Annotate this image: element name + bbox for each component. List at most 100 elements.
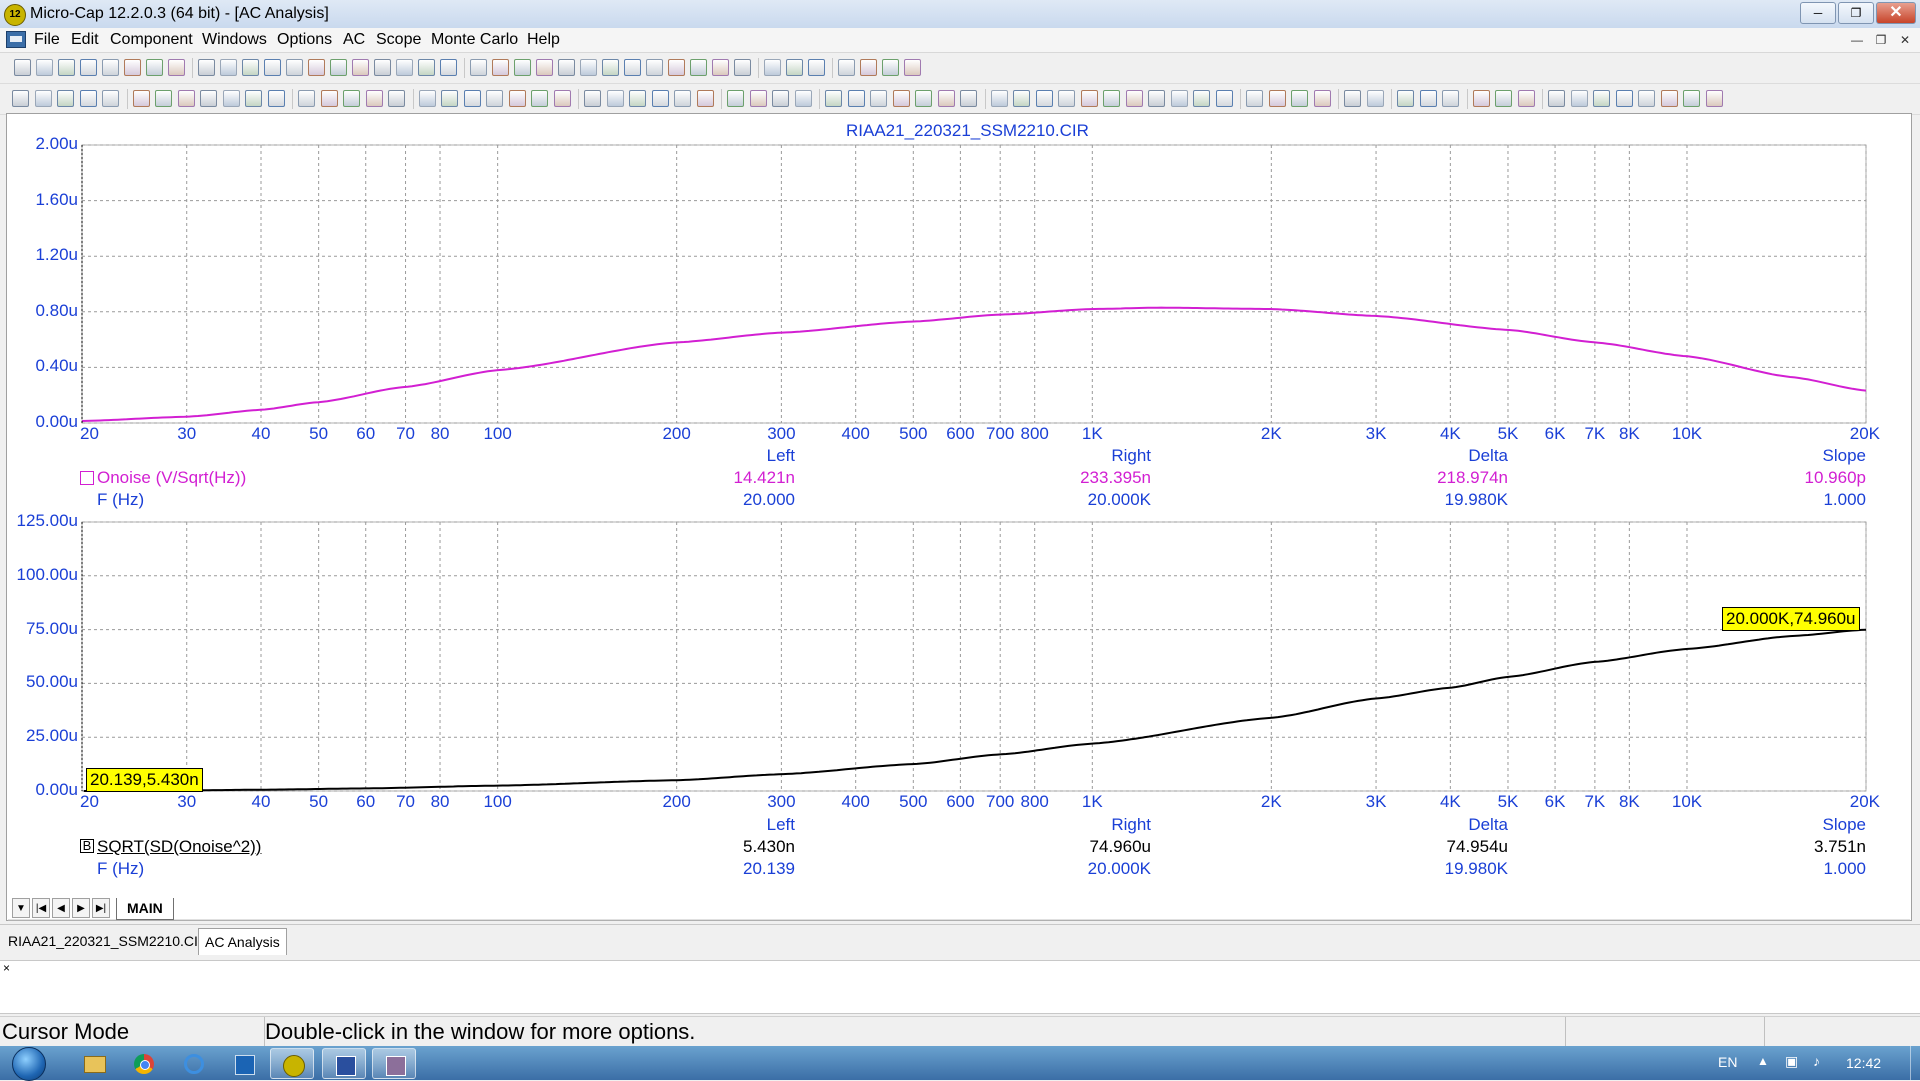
top-x-tick-label: 60: [356, 424, 376, 443]
bottom-x-tick-label: 500: [899, 792, 928, 811]
top-value-left: 14.421n: [733, 468, 795, 487]
bottom-x-tick-label: 20: [80, 792, 99, 811]
top-x-right: 20.000K: [1087, 490, 1151, 509]
top-x-tick-label: 70: [396, 424, 415, 443]
bottom-x-tick-label: 100: [483, 792, 512, 811]
start-button[interactable]: [12, 1047, 46, 1081]
bottom-x-tick-label: 60: [356, 792, 376, 811]
last-page-icon[interactable]: ▶|: [92, 898, 110, 918]
status-cell-3: [1568, 1017, 1765, 1046]
bottom-x-expression: F (Hz): [97, 859, 145, 878]
doc-tab-circuit[interactable]: RIAA21_220321_SSM2210.CIR: [2, 928, 214, 954]
bottom-x-tick-label: 5K: [1497, 792, 1519, 811]
volume-icon[interactable]: ♪: [1813, 1053, 1820, 1069]
bottom-header-left: Left: [766, 815, 795, 834]
bottom-x-tick-label: 6K: [1544, 792, 1566, 811]
top-y-tick-label: 2.00u: [35, 134, 78, 153]
top-x-tick-label: 10K: [1671, 424, 1703, 443]
bottom-x-tick-label: 20K: [1849, 792, 1880, 811]
bottom-trace-marker[interactable]: B: [80, 839, 94, 853]
tab-main[interactable]: MAIN: [116, 898, 174, 920]
bottom-value-slope: 3.751n: [1814, 837, 1866, 856]
chrome-taskbar-icon[interactable]: [122, 1048, 166, 1079]
top-x-tick-label: 4K: [1439, 424, 1461, 443]
doc-tab-ac-analysis[interactable]: AC Analysis: [198, 928, 287, 955]
ie-taskbar-icon[interactable]: [172, 1048, 216, 1079]
bottom-x-right: 20.000K: [1087, 859, 1151, 878]
top-x-tick-label: 800: [1020, 424, 1049, 443]
network-icon[interactable]: ▣: [1785, 1053, 1798, 1070]
status-mode: Cursor Mode: [0, 1017, 265, 1046]
bottom-x-tick-label: 300: [767, 792, 796, 811]
top-header-slope: Slope: [1822, 446, 1866, 465]
explorer-taskbar-icon[interactable]: [72, 1048, 116, 1079]
microcap-taskbar-icon[interactable]: [270, 1048, 314, 1079]
bottom-x-tick-label: 8K: [1618, 792, 1640, 811]
tray-expand-icon[interactable]: ▲: [1757, 1054, 1769, 1068]
status-hint: Double-click in the window for more opti…: [265, 1017, 1566, 1046]
show-desktop-button[interactable]: [1910, 1046, 1920, 1080]
top-plot-frame: [81, 144, 1867, 424]
bottom-x-tick-label: 400: [841, 792, 870, 811]
bottom-x-tick-label: 7K: [1584, 792, 1606, 811]
top-x-tick-label: 7K: [1584, 424, 1606, 443]
bottom-y-tick-label: 25.00u: [26, 726, 78, 746]
bottom-header-right: Right: [1111, 815, 1151, 834]
top-value-right: 233.395n: [1080, 468, 1151, 487]
right-cursor-tag[interactable]: 20.000K,74.960u: [1722, 607, 1860, 631]
bottom-x-tick-label: 1K: [1081, 792, 1103, 811]
next-page-icon[interactable]: ▶: [72, 898, 90, 918]
left-cursor-tag[interactable]: 20.139,5.430n: [86, 768, 203, 792]
bottom-x-tick-label: 4K: [1439, 792, 1461, 811]
bottom-x-tick-label: 10K: [1671, 792, 1703, 811]
top-x-tick-label: 400: [841, 424, 870, 443]
bottom-x-tick-label: 2K: [1260, 792, 1282, 811]
output-panel[interactable]: ×: [0, 960, 1920, 1014]
first-page-icon[interactable]: |◀: [32, 898, 50, 918]
top-x-tick-label: 100: [483, 424, 512, 443]
top-y-tick-label: 0.40u: [35, 356, 78, 376]
panel-close-icon[interactable]: ×: [3, 961, 10, 975]
top-x-tick-label: 20K: [1849, 424, 1880, 443]
bottom-x-tick-label: 200: [662, 792, 691, 811]
tool-app-taskbar-icon[interactable]: [372, 1048, 416, 1079]
clock[interactable]: 12:42: [1846, 1055, 1881, 1071]
page-dropdown-icon[interactable]: ▼: [12, 898, 30, 918]
bottom-x-tick-label: 3K: [1365, 792, 1387, 811]
top-y-tick-label: 0.00u: [35, 412, 78, 431]
status-bar: Cursor Mode Double-click in the window f…: [0, 1016, 1920, 1047]
language-indicator[interactable]: EN: [1718, 1054, 1737, 1070]
taskbar: EN ▲ ▣ ♪ 12:42: [0, 1046, 1920, 1081]
bottom-x-tick-label: 800: [1020, 792, 1049, 811]
top-x-tick-label: 6K: [1544, 424, 1566, 443]
bottom-value-right: 74.960u: [1089, 837, 1151, 856]
bottom-y-tick-label: 0.00u: [35, 780, 78, 799]
top-value-slope: 10.960p: [1804, 468, 1866, 487]
plots-canvas[interactable]: [0, 0, 1920, 1080]
prev-page-icon[interactable]: ◀: [52, 898, 70, 918]
top-header-right: Right: [1111, 446, 1151, 465]
top-x-tick-label: 3K: [1365, 424, 1387, 443]
top-x-tick-label: 2K: [1260, 424, 1282, 443]
top-header-left: Left: [766, 446, 795, 465]
bottom-x-slope: 1.000: [1823, 859, 1866, 878]
top-trace-legend-swatch[interactable]: [80, 471, 94, 485]
bottom-x-tick-label: 70: [396, 792, 415, 811]
top-x-tick-label: 80: [430, 424, 450, 443]
bottom-y-tick-label: 75.00u: [26, 618, 78, 638]
bottom-x-left: 20.139: [743, 859, 795, 878]
save-app-taskbar-icon[interactable]: [322, 1048, 366, 1079]
top-x-tick-label: 8K: [1618, 424, 1640, 443]
bottom-x-delta: 19.980K: [1444, 859, 1508, 878]
bottom-trace-expression[interactable]: SQRT(SD(Onoise^2)): [97, 837, 261, 857]
top-trace-expression[interactable]: Onoise (V/Sqrt(Hz)): [97, 468, 246, 488]
top-x-tick-label: 700: [986, 424, 1015, 443]
top-x-tick-label: 200: [662, 424, 691, 443]
top-y-tick-label: 0.80u: [35, 300, 78, 320]
store-taskbar-icon[interactable]: [222, 1048, 266, 1079]
bottom-y-tick-label: 50.00u: [26, 672, 78, 692]
top-x-tick-label: 600: [946, 424, 975, 443]
top-x-tick-label: 30: [177, 424, 197, 443]
bottom-x-tick-label: 30: [177, 792, 197, 811]
bottom-value-left: 5.430n: [743, 837, 795, 856]
